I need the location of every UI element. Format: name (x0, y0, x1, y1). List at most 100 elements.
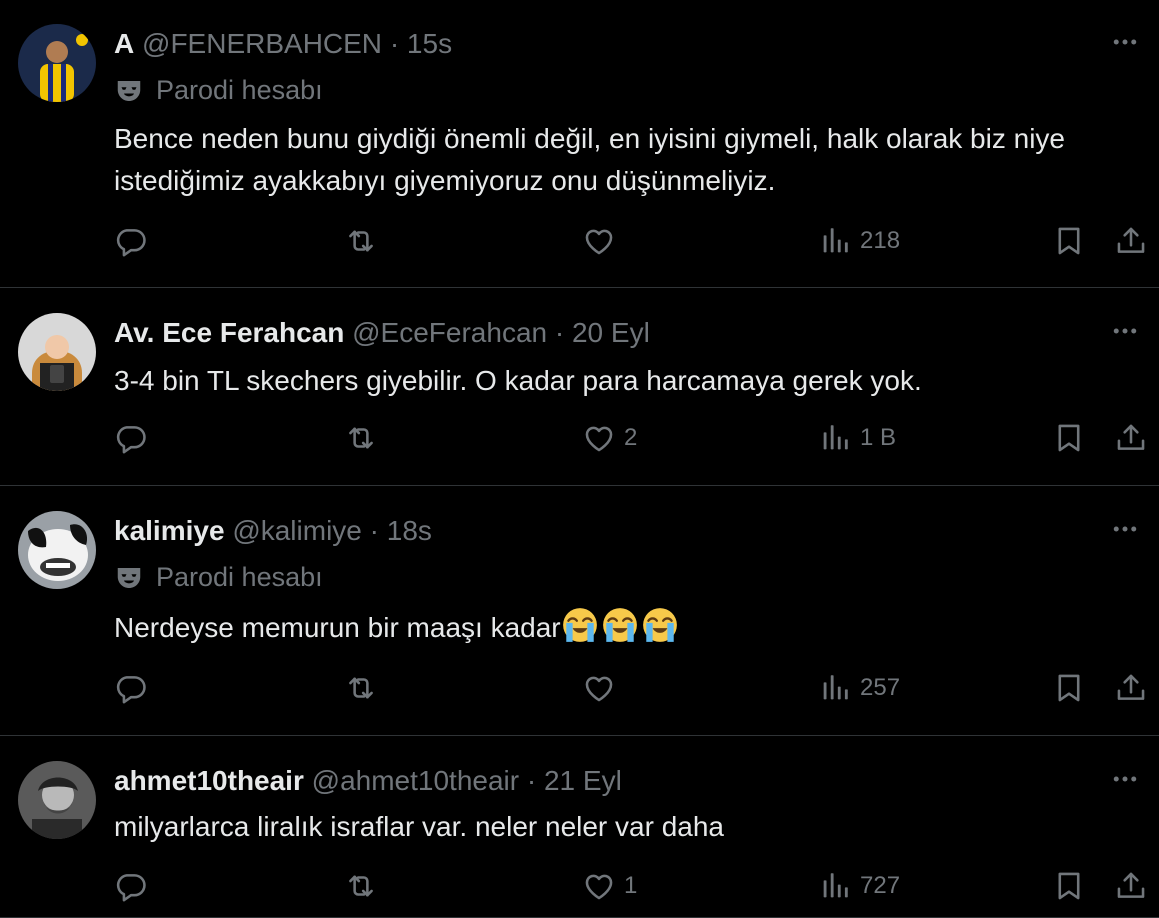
reply-icon (114, 869, 148, 903)
heart-icon (582, 869, 616, 903)
display-name[interactable]: kalimiye (114, 515, 225, 546)
display-name[interactable]: A (114, 28, 134, 59)
action-bar: 1 727 (114, 869, 1159, 909)
retweet-button[interactable] (344, 421, 378, 455)
avatar[interactable] (18, 761, 96, 839)
retweet-icon (344, 421, 378, 455)
share-icon (1114, 224, 1148, 258)
views-icon (818, 421, 852, 455)
username[interactable]: @ahmet10theair (312, 765, 519, 796)
bookmark-icon (1052, 421, 1086, 455)
view-count: 257 (860, 674, 901, 701)
timestamp[interactable]: 15s (407, 28, 452, 59)
retweet-button[interactable] (344, 671, 378, 705)
action-bar: 218 (114, 224, 1159, 264)
loudly-crying-face-icon (601, 606, 639, 644)
tweet-text-body: Nerdeyse memurun bir maaşı kadar (114, 612, 561, 643)
share-button[interactable] (1114, 869, 1148, 903)
share-button[interactable] (1114, 671, 1148, 705)
reply-icon (114, 421, 148, 455)
more-icon[interactable] (1109, 315, 1141, 347)
bookmark-icon (1052, 671, 1086, 705)
like-count: 1 (624, 872, 638, 899)
separator: · (369, 515, 379, 546)
tweet-text: 3-4 bin TL skechers giyebilir. O kadar p… (114, 365, 922, 396)
reply-button[interactable] (114, 869, 148, 903)
tweet-header: kalimiye @kalimiye · 18s (114, 515, 432, 547)
bookmark-button[interactable] (1052, 869, 1086, 903)
share-button[interactable] (1114, 224, 1148, 258)
bookmark-button[interactable] (1052, 421, 1086, 455)
timestamp[interactable]: 20 Eyl (572, 317, 650, 348)
parody-text: Parodi hesabı (156, 562, 323, 592)
parody-mask-icon (114, 76, 144, 106)
like-count: 2 (624, 424, 638, 451)
heart-icon (582, 421, 616, 455)
share-icon (1114, 869, 1148, 903)
share-button[interactable] (1114, 421, 1148, 455)
retweet-icon (344, 869, 378, 903)
like-button[interactable] (582, 224, 624, 258)
retweet-icon (344, 671, 378, 705)
share-icon (1114, 421, 1148, 455)
parody-label: Parodi hesabı (114, 75, 323, 106)
display-name[interactable]: Av. Ece Ferahcan (114, 317, 344, 348)
retweet-button[interactable] (344, 869, 378, 903)
view-count: 727 (860, 872, 901, 899)
tweet-text: Bence neden bunu giydiği önemli değil, e… (114, 123, 1065, 196)
separator: · (554, 317, 565, 348)
views-button[interactable]: 218 (818, 224, 900, 258)
views-button[interactable]: 727 (818, 869, 900, 903)
view-count: 1 B (860, 424, 897, 451)
parody-label: Parodi hesabı (114, 562, 323, 593)
action-bar: 2 1 B (114, 421, 1159, 461)
share-icon (1114, 671, 1148, 705)
more-icon[interactable] (1109, 26, 1141, 58)
views-button[interactable]: 1 B (818, 421, 896, 455)
separator: · (389, 28, 400, 59)
tweet[interactable]: A @FENERBAHCEN · 15s Parodi hesabı Bence… (0, 0, 1159, 288)
parody-mask-icon (114, 563, 144, 593)
view-count: 218 (860, 227, 901, 254)
avatar[interactable] (18, 24, 96, 102)
like-button[interactable] (582, 671, 624, 705)
action-bar: 257 (114, 671, 1159, 711)
avatar[interactable] (18, 313, 96, 391)
tweet-text: milyarlarca liralık israflar var. neler … (114, 811, 724, 842)
tweet[interactable]: Av. Ece Ferahcan @EceFerahcan · 20 Eyl 3… (0, 288, 1159, 486)
reply-icon (114, 224, 148, 258)
bookmark-icon (1052, 224, 1086, 258)
avatar[interactable] (18, 511, 96, 589)
timestamp[interactable]: 21 Eyl (544, 765, 622, 796)
views-icon (818, 224, 852, 258)
more-icon[interactable] (1109, 513, 1141, 545)
username[interactable]: @FENERBAHCEN (142, 28, 382, 59)
like-button[interactable]: 1 (582, 869, 637, 903)
views-icon (818, 869, 852, 903)
more-icon[interactable] (1109, 763, 1141, 795)
parody-text: Parodi hesabı (156, 75, 323, 105)
display-name[interactable]: ahmet10theair (114, 765, 304, 796)
retweet-button[interactable] (344, 224, 378, 258)
username[interactable]: @kalimiye (232, 515, 362, 546)
heart-icon (582, 671, 616, 705)
reply-button[interactable] (114, 671, 148, 705)
views-button[interactable]: 257 (818, 671, 900, 705)
bookmark-icon (1052, 869, 1086, 903)
loudly-crying-face-icon (641, 606, 679, 644)
bookmark-button[interactable] (1052, 224, 1086, 258)
heart-icon (582, 224, 616, 258)
like-button[interactable]: 2 (582, 421, 637, 455)
username[interactable]: @EceFerahcan (352, 317, 547, 348)
tweet-text: Nerdeyse memurun bir maaşı kadar (114, 606, 1099, 649)
bookmark-button[interactable] (1052, 671, 1086, 705)
tweet[interactable]: ahmet10theair @ahmet10theair · 21 Eyl mi… (0, 736, 1159, 918)
separator: · (526, 765, 537, 796)
reply-button[interactable] (114, 421, 148, 455)
reply-button[interactable] (114, 224, 148, 258)
tweet-header: Av. Ece Ferahcan @EceFerahcan · 20 Eyl (114, 317, 650, 349)
tweet-header: ahmet10theair @ahmet10theair · 21 Eyl (114, 765, 622, 797)
tweet[interactable]: kalimiye @kalimiye · 18s Parodi hesabı N… (0, 486, 1159, 736)
timestamp[interactable]: 18s (387, 515, 432, 546)
views-icon (818, 671, 852, 705)
